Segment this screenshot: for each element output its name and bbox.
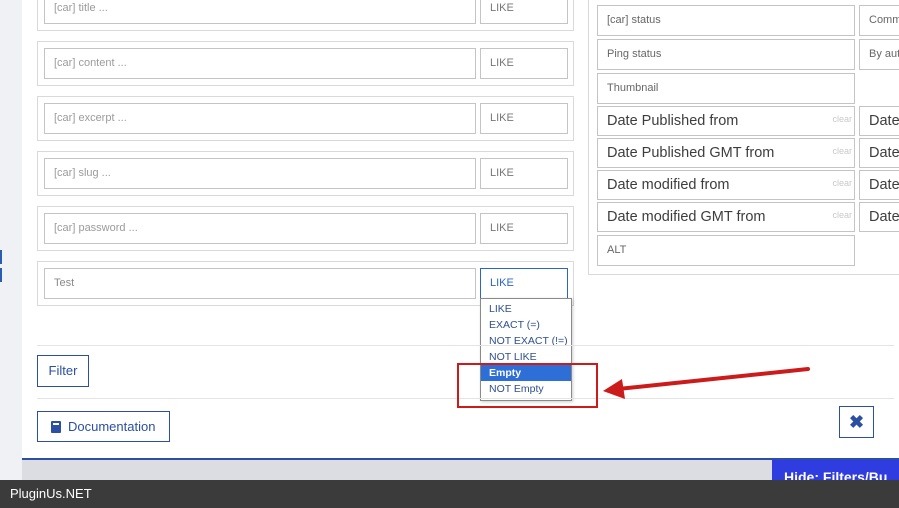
date-modified-gmt-to-input[interactable]: Date <box>859 202 899 232</box>
alt-input[interactable]: ALT <box>597 235 855 266</box>
date-modified-gmt-from-label: Date modified GMT from <box>607 209 766 225</box>
date-published-to-input[interactable]: Date <box>859 106 899 136</box>
date-modified-to-input[interactable]: Date <box>859 170 899 200</box>
close-icon: ✖ <box>848 412 865 432</box>
divider <box>37 345 894 346</box>
status-select[interactable]: [car] status <box>597 5 855 36</box>
date-modified-gmt-from-input[interactable]: Date modified GMT from clear <box>597 202 855 232</box>
clear-link[interactable]: clear <box>832 139 852 164</box>
taskbar: PluginUs.NET <box>0 480 899 508</box>
slug-operator-select[interactable]: LIKE <box>480 158 568 189</box>
ping-status-select[interactable]: Ping status <box>597 39 855 70</box>
content-filter-input[interactable]: [car] content ... <box>44 48 476 79</box>
excerpt-filter-input[interactable]: [car] excerpt ... <box>44 103 476 134</box>
date-published-from-input[interactable]: Date Published from clear <box>597 106 855 136</box>
hide-filters-tab[interactable]: Hide: Filters/Bu <box>772 460 899 480</box>
dropdown-option-exact[interactable]: EXACT (=) <box>481 317 571 333</box>
filter-row-content: [car] content ... LIKE <box>37 41 574 86</box>
password-operator-select[interactable]: LIKE <box>480 213 568 244</box>
thumbnail-select[interactable]: Thumbnail <box>597 73 855 104</box>
excerpt-operator-select[interactable]: LIKE <box>480 103 568 134</box>
slug-filter-input[interactable]: [car] slug ... <box>44 158 476 189</box>
author-select[interactable]: By aut <box>859 39 899 70</box>
custom-filter-input[interactable]: Test <box>44 268 476 299</box>
annotation-arrow-icon <box>603 367 810 399</box>
dropdown-option-like[interactable]: LIKE <box>481 301 571 317</box>
clear-link[interactable]: clear <box>832 203 852 228</box>
dropdown-option-not-exact[interactable]: NOT EXACT (!=) <box>481 333 571 349</box>
book-icon <box>51 421 61 433</box>
filter-row-password: [car] password ... LIKE <box>37 206 574 251</box>
comment-status-select[interactable]: Comm <box>859 5 899 36</box>
content-operator-select[interactable]: LIKE <box>480 48 568 79</box>
close-button[interactable]: ✖ <box>839 406 874 438</box>
annotation-highlight-box <box>457 363 598 408</box>
edge-marker <box>0 268 2 282</box>
date-published-from-label: Date Published from <box>607 113 739 129</box>
password-filter-input[interactable]: [car] password ... <box>44 213 476 244</box>
right-filter-group: [car] status Comm Ping status By aut Thu… <box>588 0 899 275</box>
brand-label: PluginUs.NET <box>10 486 92 501</box>
date-modified-from-input[interactable]: Date modified from clear <box>597 170 855 200</box>
filter-button[interactable]: Filter <box>37 355 89 387</box>
left-edge-strip <box>0 0 22 480</box>
date-published-gmt-from-input[interactable]: Date Published GMT from clear <box>597 138 855 168</box>
clear-link[interactable]: clear <box>832 107 852 132</box>
date-published-gmt-from-label: Date Published GMT from <box>607 145 775 161</box>
title-filter-input[interactable]: [car] title ... <box>44 0 476 24</box>
title-operator-select[interactable]: LIKE <box>480 0 568 24</box>
filter-row-slug: [car] slug ... LIKE <box>37 151 574 196</box>
clear-link[interactable]: clear <box>832 171 852 196</box>
date-modified-from-label: Date modified from <box>607 177 730 193</box>
filter-row-title: [car] title ... LIKE <box>37 0 574 31</box>
documentation-button[interactable]: Documentation <box>37 411 170 442</box>
date-published-gmt-to-input[interactable]: Date <box>859 138 899 168</box>
filter-row-excerpt: [car] excerpt ... LIKE <box>37 96 574 141</box>
edge-marker <box>0 250 2 264</box>
documentation-label: Documentation <box>68 419 156 434</box>
custom-operator-select[interactable]: LIKE <box>480 268 568 299</box>
